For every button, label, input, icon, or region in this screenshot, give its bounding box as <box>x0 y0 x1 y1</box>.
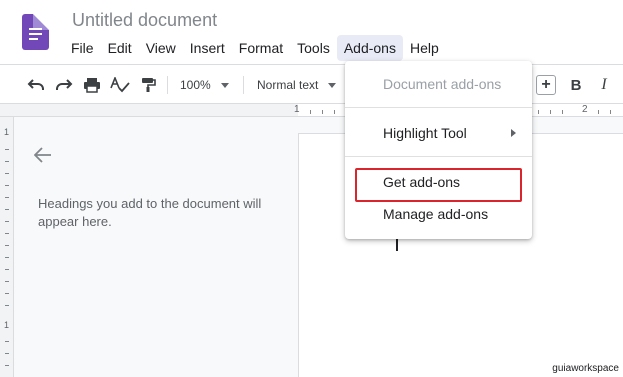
addons-dropdown-menu: Document add-ons Highlight Tool Get add-… <box>345 61 532 239</box>
outline-empty-message: Headings you add to the document will ap… <box>38 196 262 229</box>
ruler-tick <box>334 110 335 114</box>
ruler-tick <box>5 149 9 150</box>
menu-item-manage-addons[interactable]: Manage add-ons <box>345 199 532 229</box>
increase-font-size-button[interactable]: + <box>536 74 556 96</box>
docs-logo-icon[interactable] <box>22 14 49 50</box>
ruler-tick <box>5 245 9 246</box>
menu-bar: File Edit View Insert Format Tools Add-o… <box>64 34 446 62</box>
submenu-arrow-icon <box>511 129 516 137</box>
redo-icon[interactable] <box>54 74 74 96</box>
highlight-annotation-box <box>355 168 522 202</box>
undo-icon[interactable] <box>26 74 46 96</box>
print-icon[interactable] <box>82 74 102 96</box>
menu-file[interactable]: File <box>64 35 101 61</box>
ruler-tick <box>5 185 9 186</box>
bold-icon: B <box>570 76 582 94</box>
ruler-tick <box>598 110 599 114</box>
back-arrow-icon[interactable] <box>33 147 52 168</box>
ruler-tick <box>562 110 563 114</box>
ruler-tick <box>5 365 9 366</box>
ruler-tick <box>322 110 323 114</box>
italic-icon: I <box>601 76 607 93</box>
menu-item-highlight-tool[interactable]: Highlight Tool <box>345 118 532 148</box>
ruler-mark: 1 <box>4 127 10 137</box>
zoom-select[interactable]: 100% <box>180 74 238 96</box>
paint-format-icon[interactable] <box>138 74 158 96</box>
ruler-tick <box>550 110 551 114</box>
menu-insert[interactable]: Insert <box>183 35 232 61</box>
ruler-tick <box>5 257 9 258</box>
menu-divider <box>345 107 532 108</box>
ruler-tick <box>5 281 9 282</box>
menu-item-label: Highlight Tool <box>383 125 467 141</box>
bold-button[interactable]: B <box>566 74 586 96</box>
ruler-mark: 1 <box>4 320 10 330</box>
italic-button[interactable]: I <box>594 74 614 96</box>
menu-help[interactable]: Help <box>403 35 446 61</box>
menu-addons[interactable]: Add-ons <box>336 35 403 61</box>
menu-tools[interactable]: Tools <box>290 35 337 61</box>
ruler-tick <box>5 293 9 294</box>
ruler-tick <box>5 197 9 198</box>
ruler-tick <box>5 305 9 306</box>
menu-divider <box>345 156 532 157</box>
watermark: guiaworkspace <box>552 363 619 374</box>
chevron-down-icon <box>220 82 229 88</box>
document-outline-panel: Headings you add to the document will ap… <box>14 117 298 377</box>
ruler-tick <box>5 233 9 234</box>
ruler-tick <box>5 341 9 342</box>
ruler-tick <box>5 269 9 270</box>
ruler-tick <box>5 161 9 162</box>
paragraph-style-select[interactable]: Normal text <box>257 74 347 96</box>
paragraph-style-value: Normal text <box>257 78 319 92</box>
chevron-down-icon <box>328 82 337 88</box>
ruler-mark: 2 <box>582 104 588 115</box>
menu-edit[interactable]: Edit <box>101 35 139 61</box>
document-title[interactable]: Untitled document <box>72 10 217 31</box>
spellcheck-icon[interactable] <box>110 74 130 96</box>
toolbar-divider <box>167 76 168 94</box>
menu-header-document-addons: Document add-ons <box>383 76 502 92</box>
ruler-tick <box>5 221 9 222</box>
ruler-tick <box>5 173 9 174</box>
ruler-tick <box>5 353 9 354</box>
ruler-tick <box>610 110 611 114</box>
ruler-tick <box>5 209 9 210</box>
toolbar-divider <box>243 76 244 94</box>
zoom-value: 100% <box>180 78 211 92</box>
vertical-ruler[interactable]: 1 1 <box>0 117 14 377</box>
plus-icon: + <box>536 75 556 95</box>
menu-format[interactable]: Format <box>232 35 290 61</box>
text-cursor <box>396 238 398 251</box>
ruler-tick <box>310 110 311 114</box>
menu-view[interactable]: View <box>139 35 183 61</box>
ruler-tick <box>538 110 539 114</box>
ruler-mark: 1 <box>294 104 300 115</box>
